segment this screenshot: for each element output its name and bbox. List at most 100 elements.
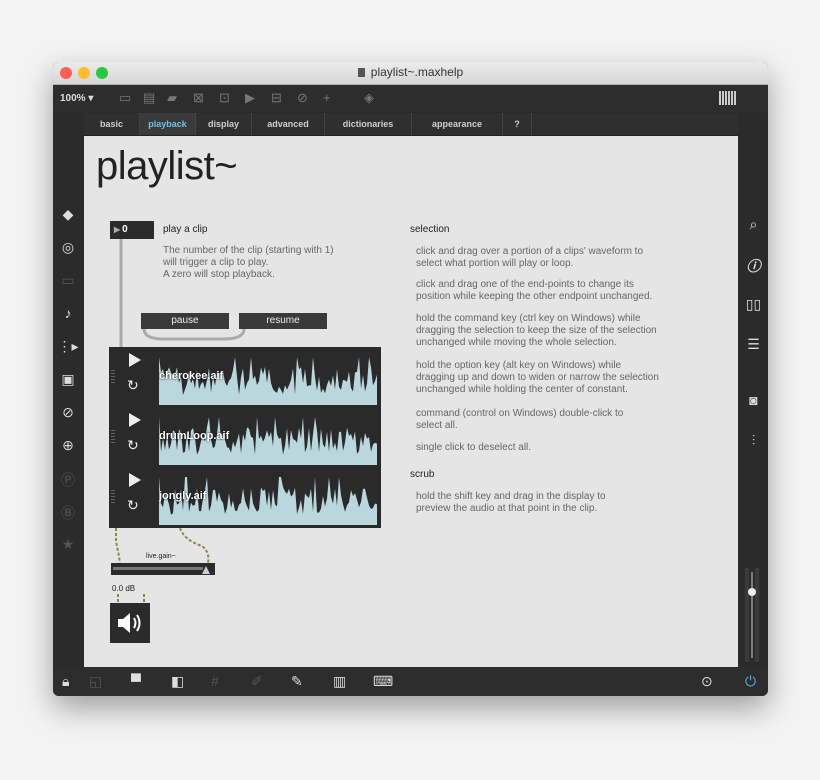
gain-slider[interactable] [111,563,215,575]
selection-para: command (control on Windows) double-clic… [416,408,624,431]
meter-bar [755,568,759,662]
message-icon[interactable]: ▶ [245,91,255,104]
clip-slot[interactable]: ↻ cherokee.aif [109,347,381,407]
clip-name: cherokee.aif [159,370,224,382]
scrub-heading: scrub [410,469,435,480]
mixer-icon[interactable]: ⫶ [739,432,768,449]
patch-cord [142,328,199,341]
play-icon[interactable] [129,473,141,487]
comment-icon[interactable]: ▤ [143,91,155,104]
document-icon [357,68,365,77]
selection-para: hold the command key (ctrl key on Window… [416,313,657,348]
tab-dictionaries[interactable]: dictionaries [325,113,412,135]
toggle-icon[interactable]: ⊟ [271,91,282,104]
play-icon[interactable] [129,413,141,427]
resume-message[interactable]: resume [239,313,327,329]
tab-appearance[interactable]: appearance [412,113,503,135]
zoom-control[interactable]: 100% ▾ [60,93,93,104]
scrub-desc: hold the shift key and drag in the displ… [416,491,606,514]
selection-para: click and drag one of the end-points to … [416,279,653,302]
selection-para: hold the option key (alt key on Windows)… [416,360,659,395]
pause-message[interactable]: pause [141,313,229,329]
plug-icon[interactable]: ⊕ [53,437,83,454]
tab-bar: basic playback display advanced dictiona… [84,113,738,136]
gain-label: live.gain~ [146,553,176,560]
clip-slot[interactable]: ↻ drumLoop.aif [109,407,381,467]
paint-bucket-icon[interactable]: ◈ [364,91,374,104]
patcher-window: playlist~.maxhelp 100% ▾ ▭ ▤ ▰ ⊠ ⊡ ▶ ⊟ ⊘… [53,62,768,696]
object-icon[interactable]: ⊡ [219,91,230,104]
star-icon[interactable]: ★ [53,536,83,553]
left-sidebar: ◆ ◎ ▭ ♪ ⋮▸ ▣ ⊘ ⊕ Ⓟ Ⓑ ★ [53,136,83,666]
meter-knob-icon[interactable] [748,588,756,596]
book-icon[interactable]: ▯▯ [739,296,768,313]
sequence-icon[interactable]: ⋮▸ [53,338,83,355]
clip-name: drumLoop.aif [159,430,230,442]
plus-icon[interactable]: + [323,91,331,104]
presentation-icon[interactable]: ▭ [119,91,131,104]
title-bar: playlist~.maxhelp [53,62,768,85]
play-icon[interactable] [129,353,141,367]
cube-icon[interactable]: ◆ [53,206,83,223]
tab-advanced[interactable]: advanced [252,113,325,135]
meter-bar [745,568,749,662]
loop-icon[interactable]: ↻ [127,377,139,394]
drag-handle-icon[interactable] [111,489,115,503]
speaker-icon [118,613,141,633]
window-title: playlist~.maxhelp [53,65,768,79]
camera-icon[interactable]: ◙ [739,392,768,408]
tab-help[interactable]: ? [503,113,532,135]
lock-icon[interactable]: 🔒︎ [62,673,69,690]
selection-heading: selection [410,224,450,235]
patch-cord [194,328,246,341]
clip-slot[interactable]: ↻ jongly.aif [109,467,381,527]
debug-icon[interactable]: ✐ [251,673,263,690]
chat-icon[interactable]: ▰ [167,91,177,104]
play-clip-desc: The number of the clip (starting with 1)… [163,245,334,280]
p-icon[interactable]: Ⓟ [53,470,83,490]
play-clip-label: play a clip [163,224,208,235]
help-icon[interactable]: ⊘ [297,91,308,104]
paperclip-icon[interactable]: ⊘ [53,404,83,421]
power-icon[interactable]: ⏻ [745,673,756,690]
target-icon[interactable]: ◎ [53,239,83,256]
tab-display[interactable]: display [196,113,252,135]
b-icon[interactable]: Ⓑ [53,503,83,523]
list-icon[interactable]: ☰ [739,336,768,353]
patcher-canvas[interactable]: playlist~ ▶ 0 play a clip The number of t… [84,136,738,667]
box-icon[interactable]: ⊠ [193,91,204,104]
grid-icon[interactable] [719,91,736,105]
wrench-icon[interactable]: ✎ [291,673,303,690]
gain-value: 0.0 dB [112,584,136,593]
note-icon[interactable]: ♪ [53,305,83,321]
level-meter[interactable] [743,568,761,662]
transport-icon[interactable]: ⊙ [701,673,713,690]
gain-thumb-icon[interactable] [202,566,210,574]
toolbar: 100% ▾ ▭ ▤ ▰ ⊠ ⊡ ▶ ⊟ ⊘ + ◈ [53,85,768,112]
speaker-button[interactable] [110,603,150,643]
number-box[interactable]: ▶ 0 [110,221,154,239]
tab-playback[interactable]: playback [140,113,196,135]
info-icon[interactable]: ⓘ [739,256,768,276]
number-box-arrow-icon: ▶ [114,225,121,234]
loop-icon[interactable]: ↻ [127,437,139,454]
playlist-object[interactable]: ↻ cherokee.aif ↻ drumLoop.aif ↻ jongly.a… [109,347,381,528]
comment-box-icon[interactable]: ▀ [131,673,141,689]
image-icon[interactable]: ▣ [53,371,83,388]
loop-icon[interactable]: ↻ [127,497,139,514]
audio-cord [179,527,210,564]
grid-icon[interactable]: # [211,673,219,689]
tab-basic[interactable]: basic [84,113,140,135]
clip-name: jongly.aif [159,490,207,502]
drag-handle-icon[interactable] [111,369,115,383]
search-icon[interactable]: ⌕ [739,216,768,233]
audio-cord [115,528,121,564]
bottom-toolbar: 🔒︎ ◱ ▀ ◧ # ✐ ✎ ▥ ⌨ ⊙ ⏻ [53,667,768,696]
piano-icon[interactable]: ▥ [333,673,346,690]
presentation-mode-icon[interactable]: ◱ [89,673,102,690]
keyboard-icon[interactable]: ▭ [53,272,83,289]
computer-keyboard-icon[interactable]: ⌨ [373,673,393,690]
drag-handle-icon[interactable] [111,429,115,443]
windows-icon[interactable]: ◧ [171,673,184,690]
gain-track [113,567,203,570]
